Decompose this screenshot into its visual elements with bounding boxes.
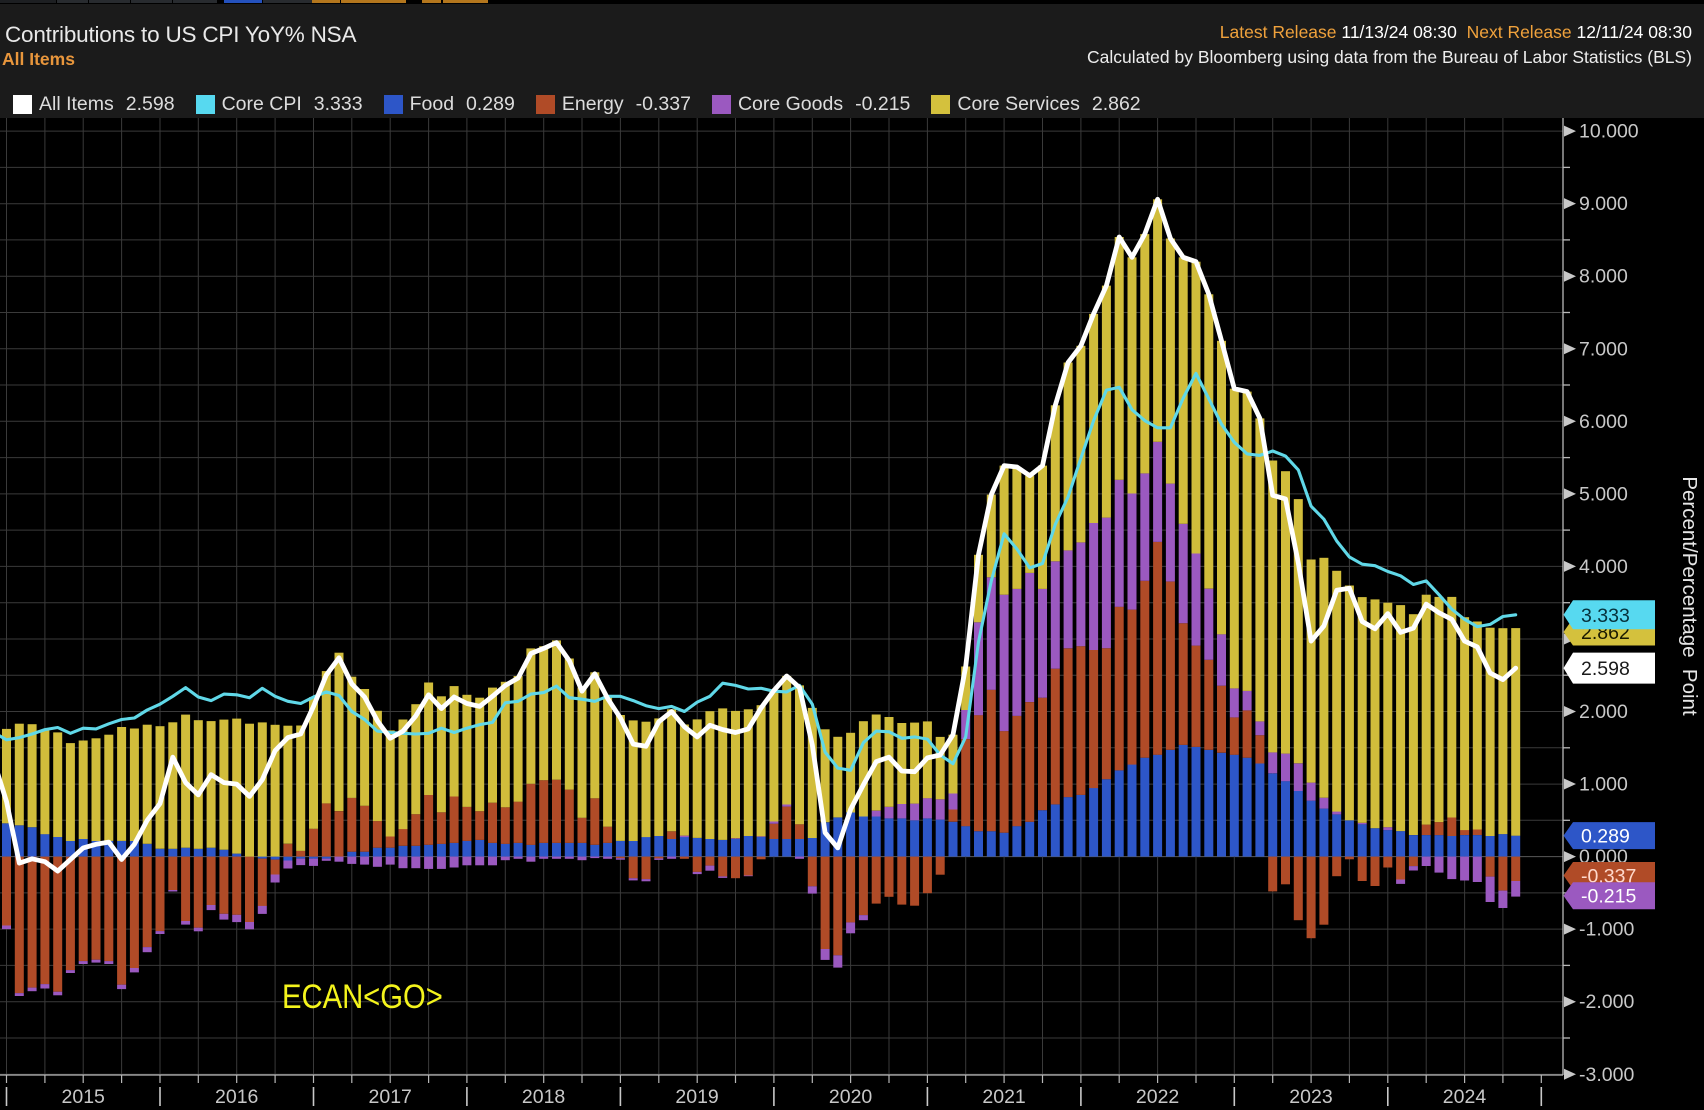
svg-text:0.289: 0.289: [1581, 826, 1630, 848]
svg-text:2018: 2018: [522, 1086, 565, 1108]
svg-text:2024: 2024: [1443, 1086, 1487, 1108]
svg-text:-3.000: -3.000: [1579, 1064, 1634, 1086]
svg-text:-0.215: -0.215: [1581, 886, 1636, 908]
svg-text:10.000: 10.000: [1579, 121, 1639, 143]
svg-text:2019: 2019: [675, 1086, 718, 1108]
svg-text:4.000: 4.000: [1579, 556, 1628, 578]
svg-text:2020: 2020: [829, 1086, 873, 1108]
svg-text:8.000: 8.000: [1579, 266, 1628, 288]
svg-text:ECAN<GO>: ECAN<GO>: [282, 977, 443, 1016]
svg-text:7.000: 7.000: [1579, 338, 1628, 360]
svg-text:2.000: 2.000: [1579, 701, 1628, 723]
svg-text:6.000: 6.000: [1579, 411, 1628, 433]
svg-text:1.000: 1.000: [1579, 774, 1628, 796]
svg-text:2022: 2022: [1136, 1086, 1179, 1108]
svg-text:2.598: 2.598: [1581, 658, 1630, 680]
svg-text:-1.000: -1.000: [1579, 919, 1634, 941]
svg-text:3.333: 3.333: [1581, 605, 1630, 627]
svg-text:5.000: 5.000: [1579, 483, 1628, 505]
svg-text:-2.000: -2.000: [1579, 991, 1634, 1013]
svg-text:2023: 2023: [1289, 1086, 1332, 1108]
svg-text:2015: 2015: [62, 1086, 106, 1108]
svg-text:2017: 2017: [369, 1086, 412, 1108]
svg-text:2021: 2021: [982, 1086, 1025, 1108]
svg-text:Percent/Percentage Point: Percent/Percentage Point: [1678, 476, 1701, 716]
svg-text:9.000: 9.000: [1579, 193, 1628, 215]
svg-text:2016: 2016: [215, 1086, 258, 1108]
